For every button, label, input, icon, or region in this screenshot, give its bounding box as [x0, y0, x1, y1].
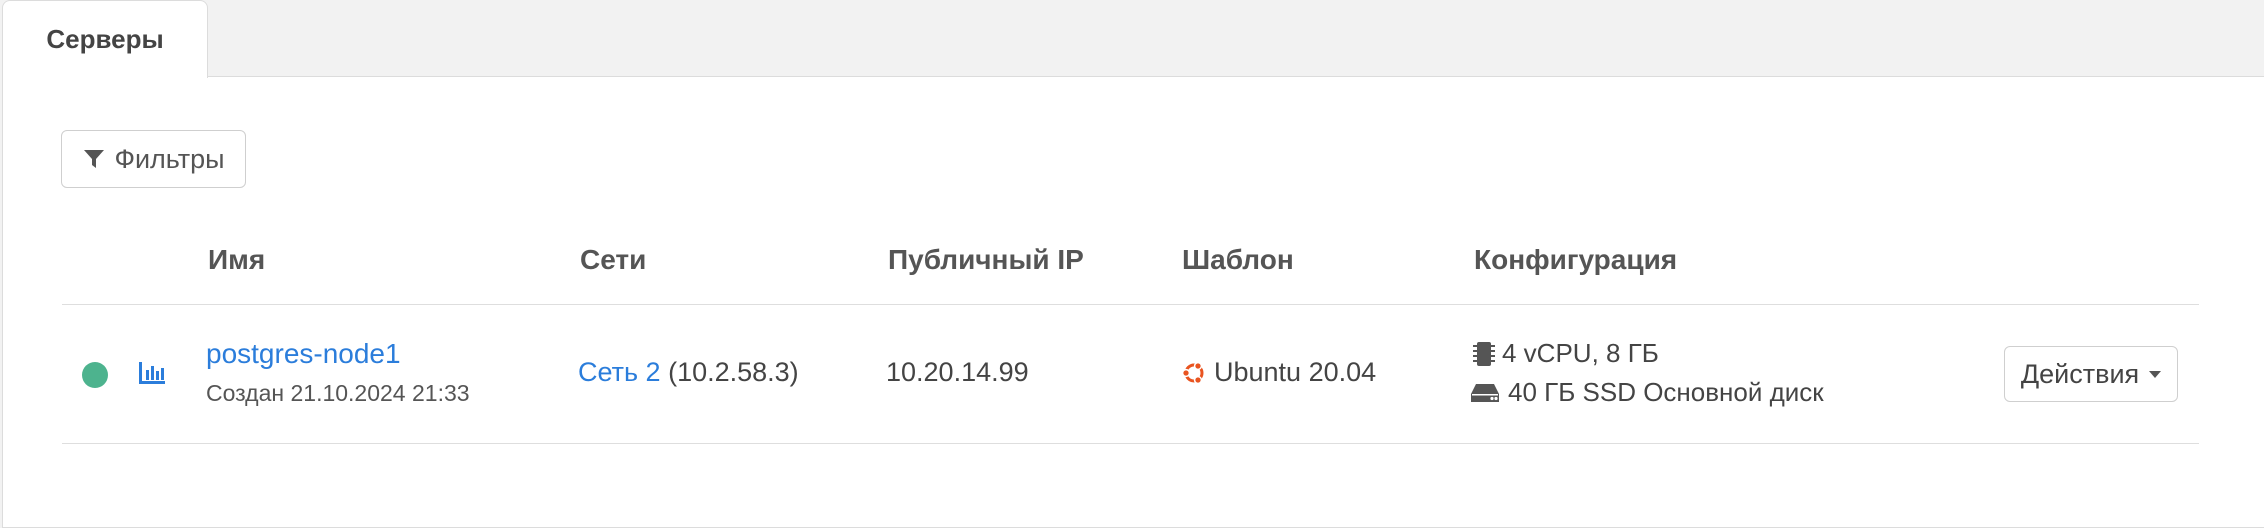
tab-servers[interactable]: Серверы: [2, 0, 208, 78]
network-link[interactable]: Сеть 2: [578, 357, 661, 387]
config-disk: 40 ГБ SSD Основной диск: [1470, 377, 1824, 408]
column-header-public-ip: Публичный IP: [888, 244, 1084, 275]
hard-drive-icon: [1471, 383, 1499, 402]
filters-label: Фильтры: [114, 143, 225, 174]
server-created-date: Создан 21.10.2024 21:33: [206, 380, 470, 406]
filters-button[interactable]: Фильтры: [61, 130, 246, 188]
template-cell: Ubuntu 20.04: [1180, 357, 1376, 388]
disk-text: 40 ГБ SSD Основной диск: [1508, 377, 1824, 407]
cpu-chip-icon: [1473, 341, 1495, 366]
ubuntu-logo-icon: [1181, 361, 1204, 384]
network-ip: (10.2.58.3): [668, 357, 799, 387]
column-header-configuration: Конфигурация: [1474, 244, 1678, 275]
actions-label: Действия: [2020, 358, 2140, 389]
server-name-link[interactable]: postgres-node1: [206, 338, 401, 370]
header-divider: [62, 304, 2199, 305]
column-header-template: Шаблон: [1182, 244, 1294, 275]
network-cell: Сеть 2 (10.2.58.3): [578, 357, 799, 388]
caret-down-icon: [2149, 370, 2162, 378]
column-header-name: Имя: [208, 244, 266, 275]
status-indicator: [82, 362, 108, 388]
servers-panel: [2, 76, 2264, 528]
bar-chart-icon[interactable]: [138, 360, 166, 386]
column-header-networks: Сети: [580, 244, 647, 275]
cpu-ram-text: 4 vCPU, 8 ГБ: [1502, 338, 1659, 368]
config-cpu-ram: 4 vCPU, 8 ГБ: [1472, 338, 1659, 369]
template-name: Ubuntu 20.04: [1214, 357, 1377, 387]
filter-icon: [84, 150, 105, 168]
tab-bar: [0, 0, 2264, 77]
public-ip: 10.20.14.99: [886, 357, 1029, 387]
row-divider: [62, 443, 2199, 444]
actions-dropdown-button[interactable]: Действия: [2004, 346, 2178, 402]
